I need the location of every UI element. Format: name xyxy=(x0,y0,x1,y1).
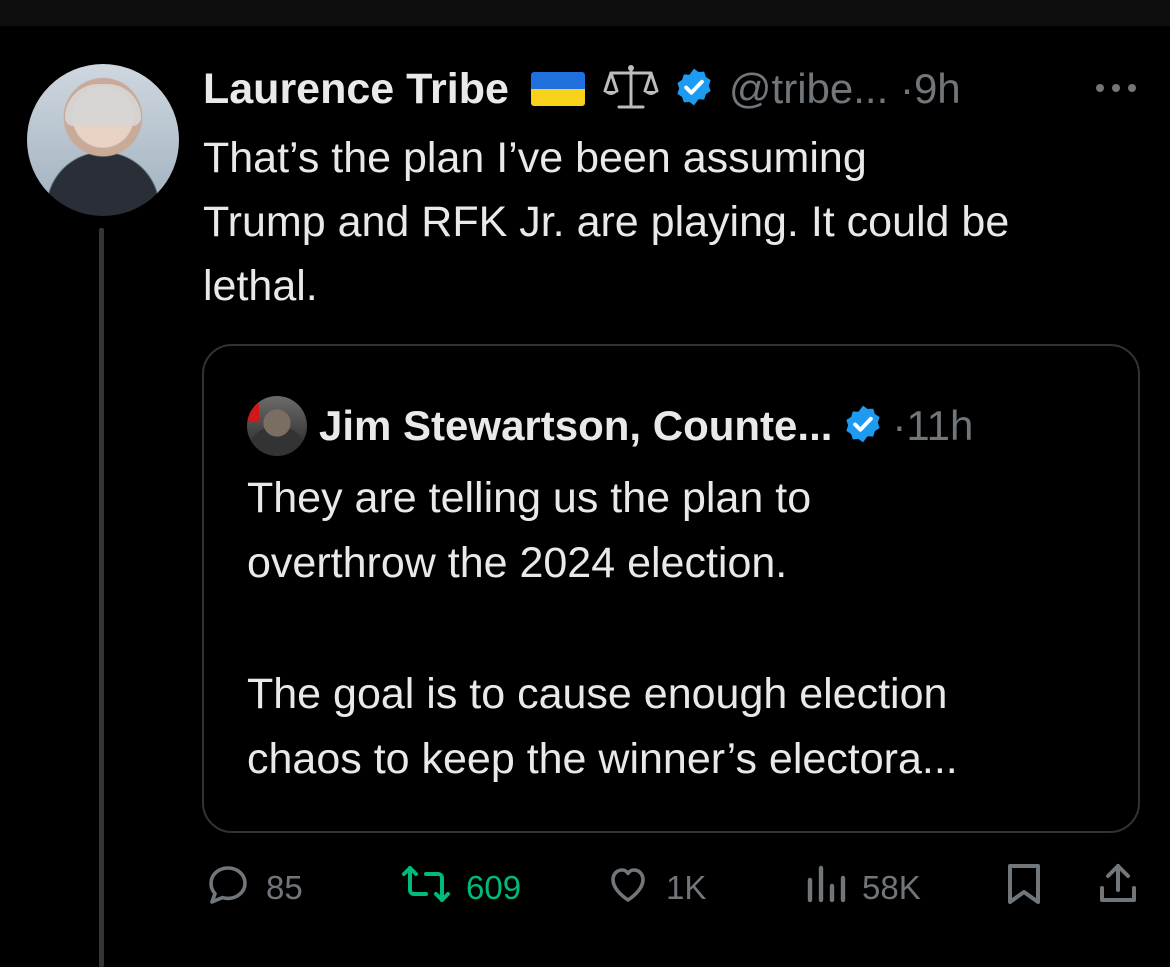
bookmark-button[interactable] xyxy=(1004,858,1044,918)
author-handle[interactable]: @tribe... ·9h xyxy=(729,65,961,113)
quote-time-value: 11h xyxy=(906,402,974,449)
tweet-text-line: lethal. xyxy=(203,262,318,310)
like-button[interactable]: 1K xyxy=(604,858,706,918)
verified-badge-icon xyxy=(673,66,715,112)
quote-author-name: Jim Stewartson, Counte... xyxy=(319,402,833,449)
share-icon xyxy=(1096,860,1140,916)
quoted-tweet-card[interactable]: Jim Stewartson, Counte... ·11h They are … xyxy=(202,344,1140,833)
quote-text: They are telling us the plan to overthro… xyxy=(247,466,1127,792)
quote-text-line: chaos to keep the winner’s electora... xyxy=(247,735,958,783)
handle-text: @tribe... xyxy=(728,65,889,112)
heart-icon xyxy=(604,860,652,916)
quote-author-avatar xyxy=(247,396,307,456)
tweet-time[interactable]: 9h xyxy=(914,65,961,112)
repost-icon xyxy=(400,860,452,916)
ukraine-flag-icon xyxy=(530,72,585,106)
like-count: 1K xyxy=(666,869,707,906)
status-bar xyxy=(0,0,1170,26)
views-button[interactable]: 58K xyxy=(804,858,921,918)
quote-text-line: They are telling us the plan to xyxy=(247,474,812,522)
share-button[interactable] xyxy=(1096,858,1140,918)
more-options-icon[interactable] xyxy=(1092,72,1140,108)
views-count: 58K xyxy=(862,869,921,906)
author-avatar[interactable] xyxy=(27,64,179,216)
reply-icon xyxy=(204,860,252,916)
quote-time: ·11h xyxy=(892,402,973,450)
tweet-text-line: That’s the plan I’ve been assuming xyxy=(203,134,867,182)
views-icon xyxy=(804,860,848,916)
reply-button[interactable]: 85 xyxy=(204,858,303,918)
quote-paragraph: They are telling us the plan to overthro… xyxy=(247,466,1127,596)
quote-text-line: The goal is to cause enough election xyxy=(247,670,948,718)
tweet-header: Laurence Tribe @tribe... ·9h xyxy=(203,60,961,118)
quote-paragraph: The goal is to cause enough election cha… xyxy=(247,662,1127,792)
tweet-text-line: Trump and RFK Jr. are playing. It could … xyxy=(203,198,1010,246)
thread-line xyxy=(99,228,104,967)
balance-scale-icon xyxy=(603,63,659,115)
reply-count: 85 xyxy=(266,869,303,906)
separator: · xyxy=(899,65,914,112)
quote-text-line: overthrow the 2024 election. xyxy=(247,539,788,587)
bookmark-icon xyxy=(1004,860,1044,916)
separator: · xyxy=(892,402,907,449)
tweet-text: That’s the plan I’ve been assuming Trump… xyxy=(203,126,1153,318)
verified-badge-icon xyxy=(842,403,884,449)
tweet-actions: 85 609 1K 58K xyxy=(0,858,1170,918)
repost-count: 609 xyxy=(466,869,522,906)
author-name[interactable]: Laurence Tribe xyxy=(203,65,509,114)
quote-header: Jim Stewartson, Counte... ·11h xyxy=(247,396,973,456)
repost-button[interactable]: 609 xyxy=(400,858,521,918)
